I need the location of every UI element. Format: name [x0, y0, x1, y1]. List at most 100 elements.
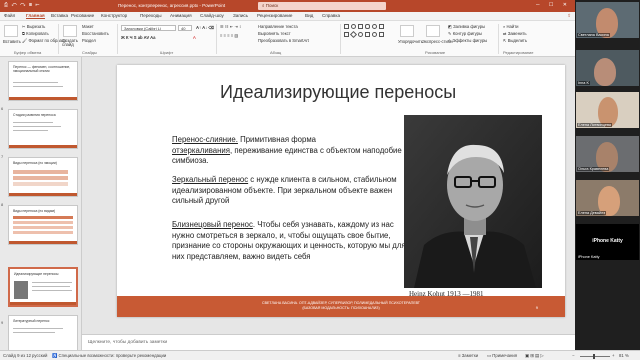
- tab-design[interactable]: Конструктор: [101, 13, 127, 18]
- grow-font-button[interactable]: A↑ A↓ ⌫: [196, 25, 214, 30]
- shape-rounded-icon[interactable]: [372, 32, 377, 37]
- tab-slideshow[interactable]: Слайд-шоу: [200, 13, 224, 18]
- shape-square-icon[interactable]: [379, 24, 384, 29]
- shape-fill-button[interactable]: ◩ Заливка фигуры: [448, 24, 485, 29]
- list-buttons[interactable]: ☰ ☷ ⇤ ⇥ ↕: [220, 24, 241, 29]
- shape-rectangle-icon[interactable]: [358, 24, 363, 29]
- quick-access-toolbar[interactable]: ⎙ ↶ ↷ ⊞ ⇤: [4, 2, 40, 8]
- shape-circle-icon[interactable]: [372, 24, 377, 29]
- participant-tile[interactable]: Елена Девайлэ: [576, 180, 639, 216]
- paste-button[interactable]: [4, 25, 18, 37]
- notes-pane[interactable]: Щелкните, чтобы добавить заметки: [82, 334, 575, 350]
- participant-name: Светлана Васина: [577, 33, 610, 37]
- slide-thumbnail[interactable]: Виды переноса (по видам): [8, 205, 78, 245]
- tab-home[interactable]: Главная: [26, 13, 45, 19]
- smartart-button[interactable]: Преобразовать в SmartArt: [258, 38, 309, 43]
- format-painter-button[interactable]: 🖌 Формат по образцу: [22, 38, 66, 44]
- align-buttons[interactable]: ≡ ≡ ≡ ≡ ▥: [220, 33, 238, 38]
- font-face-combo[interactable]: Заголовки (Calibri Li: [121, 25, 176, 31]
- arrange-button[interactable]: [400, 25, 414, 37]
- portrait-photo[interactable]: [404, 115, 542, 288]
- zoom-slider-track[interactable]: [580, 356, 610, 357]
- tab-review[interactable]: Рецензирование: [257, 13, 292, 18]
- window-controls[interactable]: ─ ☐ ✕: [536, 2, 571, 8]
- shape-rectangle-icon[interactable]: [344, 24, 349, 29]
- shape-oval-icon[interactable]: [351, 24, 356, 29]
- thumbnail-footer: [9, 193, 77, 196]
- thumbnail-title: Стадии развития переноса: [13, 113, 56, 117]
- replace-button[interactable]: ⇄ Заменить: [503, 31, 527, 36]
- shape-circle-icon[interactable]: [358, 32, 363, 37]
- find-button[interactable]: ⌕ Найти: [503, 24, 518, 29]
- text-direction-button[interactable]: Направление текста: [258, 24, 298, 29]
- shape-outline-button[interactable]: ✎ Контур фигуры: [448, 31, 482, 36]
- slide-thumbnail[interactable]: Виды переноса (по эмоции): [8, 157, 78, 197]
- shape-diamond-icon[interactable]: [349, 30, 358, 39]
- shape-textbox-icon[interactable]: [344, 32, 349, 37]
- participant-tile[interactable]: Inna K: [576, 50, 639, 86]
- reset-button[interactable]: Восстановить: [82, 31, 109, 36]
- layout-button[interactable]: Макет: [82, 24, 94, 29]
- participant-tile[interactable]: Светлана Васина: [576, 2, 639, 38]
- thumbnail-number: 9: [1, 320, 4, 325]
- font-color-button[interactable]: A: [193, 35, 196, 40]
- zoom-level[interactable]: 81 %: [619, 353, 629, 358]
- paste-label: Вставить: [3, 39, 21, 44]
- slide-title[interactable]: Идеализирующие переносы: [220, 82, 456, 103]
- notes-placeholder: Щелкните, чтобы добавить заметки: [88, 340, 168, 345]
- shape-square-icon[interactable]: [365, 32, 370, 37]
- thumbnail-footer: [10, 302, 76, 305]
- shape-square-icon[interactable]: [379, 32, 384, 37]
- slide-thumbnail-selected[interactable]: Идеализирующие переносы: [8, 267, 78, 307]
- align-text-button[interactable]: Выровнять текст: [258, 31, 291, 36]
- editing-group-label: Редактирование: [503, 50, 534, 55]
- select-button[interactable]: ⇱ Выделить: [503, 38, 527, 43]
- current-slide[interactable]: Идеализирующие переносы Перенос-слияние.…: [117, 65, 565, 317]
- zoom-slider-thumb[interactable]: [593, 354, 595, 359]
- text-run: Примитивная форма: [237, 135, 317, 144]
- separator: [498, 24, 499, 54]
- participant-tile[interactable]: iPhone Katty iPhone Katty: [576, 224, 639, 260]
- paragraph-mirror-transference[interactable]: Зеркальный перенос с нужде клиента в сил…: [172, 175, 407, 207]
- term-merger: Перенос-слияние.: [172, 135, 238, 144]
- shapes-gallery[interactable]: [344, 24, 396, 44]
- zoom-in-button[interactable]: +: [612, 353, 615, 358]
- view-buttons[interactable]: ▣ ⊞ ▤ ▷: [525, 353, 544, 359]
- paragraph-twin-transference[interactable]: Близнецовый перенос. Чтобы себя узнавать…: [172, 220, 407, 262]
- paragraph-merger-transference[interactable]: Перенос-слияние. Примитивная форма отзер…: [172, 135, 407, 167]
- slide-thumbnail[interactable]: Стадии развития переноса: [8, 109, 78, 149]
- notes-toggle-button[interactable]: ≡ Заметки: [458, 353, 478, 358]
- copy-button[interactable]: ⧉ Копировать: [22, 31, 49, 36]
- paragraph-group-label: Абзац: [270, 50, 282, 55]
- tab-insert[interactable]: Вставка: [51, 13, 68, 18]
- tab-record[interactable]: Запись: [233, 13, 248, 18]
- slide-thumbnail[interactable]: Литературный перенос: [8, 315, 78, 350]
- font-size-combo[interactable]: 40: [178, 25, 192, 31]
- tab-animations[interactable]: Анимация: [170, 13, 192, 18]
- shape-rounded-icon[interactable]: [365, 24, 370, 29]
- section-button[interactable]: Раздел: [82, 38, 96, 43]
- comments-toggle-button[interactable]: ▭ Примечания: [487, 353, 517, 359]
- tab-transitions[interactable]: Переходы: [140, 13, 162, 18]
- slide-editor-canvas[interactable]: Идеализирующие переносы Перенос-слияние.…: [82, 57, 575, 334]
- search-box[interactable]: ⌕ Поиск: [258, 2, 386, 10]
- shape-effects-button[interactable]: ◇ Эффекты фигуры: [448, 38, 487, 43]
- zoom-out-button[interactable]: −: [572, 353, 575, 358]
- tab-help[interactable]: Справка: [322, 13, 340, 18]
- tab-file[interactable]: Файл: [4, 13, 15, 18]
- thumbnail-line: [32, 290, 72, 291]
- slide-thumbnail[interactable]: Перенос — феномен, соотношение, эмоциона…: [8, 61, 78, 101]
- cut-button[interactable]: ✂ Вырезать: [22, 24, 45, 29]
- tab-draw[interactable]: Рисование: [71, 13, 94, 18]
- new-slide-button[interactable]: [63, 25, 77, 37]
- slide-thumbnails-panel[interactable]: Перенос — феномен, соотношение, эмоциона…: [0, 57, 82, 350]
- quick-styles-button[interactable]: [426, 25, 440, 37]
- participant-tile[interactable]: Ольга Кравелева: [576, 136, 639, 172]
- font-style-buttons[interactable]: Ж К Ч S ab AV Aa: [121, 35, 156, 40]
- accessibility-status[interactable]: ♿ Специальные возможности: проверьте рек…: [52, 353, 166, 359]
- slide-counter: Слайд 9 из 12: [3, 353, 32, 358]
- tab-view[interactable]: Вид: [305, 13, 313, 18]
- participant-tile[interactable]: Елена Литвинцева: [576, 92, 639, 128]
- share-button[interactable]: ⇪: [567, 13, 571, 19]
- language-indicator[interactable]: русский: [32, 353, 47, 358]
